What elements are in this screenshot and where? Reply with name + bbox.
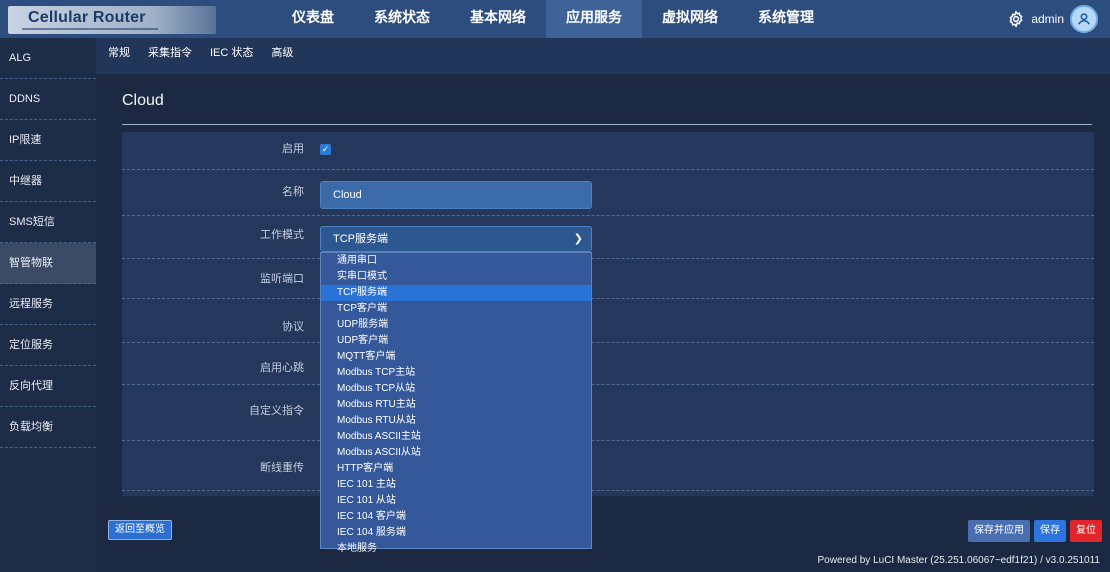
form-panel	[122, 132, 1094, 496]
row-divider	[122, 342, 1094, 343]
row-divider	[122, 298, 1094, 299]
dropdown-option[interactable]: MQTT客户端	[321, 349, 591, 365]
sidebar-item-repeater[interactable]: 中继器	[0, 161, 96, 202]
dropdown-option[interactable]: Modbus TCP从站	[321, 381, 591, 397]
tab-iec-status[interactable]: IEC 状态	[210, 38, 253, 74]
chevron-down-icon[interactable]: ❯	[574, 227, 583, 251]
heartbeat-label: 启用心跳	[260, 362, 304, 374]
dropdown-option[interactable]: IEC 101 从站	[321, 493, 591, 509]
sub-tabs: 常规 采集指令 IEC 状态 高级	[96, 38, 1110, 74]
row-divider	[122, 258, 1094, 259]
username[interactable]: admin	[1031, 12, 1064, 26]
nav-system-management[interactable]: 系统管理	[738, 0, 834, 38]
dropdown-option[interactable]: IEC 101 主站	[321, 477, 591, 493]
user-menu[interactable]: admin	[1007, 5, 1098, 33]
dropdown-option[interactable]: TCP客户端	[321, 301, 591, 317]
tab-general[interactable]: 常规	[108, 38, 130, 74]
row-divider	[122, 440, 1094, 441]
brand-underline	[22, 28, 158, 30]
sidebar-item-reverse-proxy[interactable]: 反向代理	[0, 366, 96, 407]
name-field[interactable]: Cloud	[320, 181, 592, 209]
sidebar: ALG DDNS IP限速 中继器 SMS短信 智管物联 远程服务 定位服务 反…	[0, 38, 96, 572]
save-apply-button[interactable]: 保存并应用	[968, 520, 1030, 542]
top-bar: Cellular Router 仪表盘 系统状态 基本网络 应用服务 虚拟网络 …	[0, 0, 1110, 38]
nav-virtual-network[interactable]: 虚拟网络	[642, 0, 738, 38]
mode-dropdown-list: 通用串口 实串口模式 TCP服务端 TCP客户端 UDP服务端 UDP客户端 M…	[320, 252, 592, 554]
dropdown-option[interactable]: HTTP客户端	[321, 461, 591, 477]
name-label: 名称	[282, 186, 304, 198]
sidebar-item-ip-rate-limit[interactable]: IP限速	[0, 120, 96, 161]
tab-collect-commands[interactable]: 采集指令	[148, 38, 192, 74]
reset-button[interactable]: 复位	[1070, 520, 1102, 542]
protocol-label: 协议	[282, 321, 304, 333]
mode-label: 工作模式	[260, 229, 304, 241]
nav-dashboard[interactable]: 仪表盘	[272, 0, 354, 38]
main-nav: 仪表盘 系统状态 基本网络 应用服务 虚拟网络 系统管理	[272, 0, 834, 38]
dropdown-option[interactable]: Modbus ASCII从站	[321, 445, 591, 461]
title-divider	[122, 124, 1092, 125]
brand-logo[interactable]: Cellular Router	[8, 6, 216, 34]
nav-app-services[interactable]: 应用服务	[546, 0, 642, 38]
back-to-overview-button[interactable]: 返回至概览	[108, 520, 172, 540]
dropdown-option-selected[interactable]: TCP服务端	[321, 285, 591, 301]
sidebar-item-ddns[interactable]: DDNS	[0, 79, 96, 120]
dropdown-option[interactable]: 通用串口	[321, 253, 591, 269]
row-divider	[122, 215, 1094, 216]
sidebar-item-iot[interactable]: 智管物联	[0, 243, 96, 284]
dropdown-option[interactable]: Modbus RTU从站	[321, 413, 591, 429]
sidebar-item-alg[interactable]: ALG	[0, 38, 96, 79]
row-divider	[122, 384, 1094, 385]
action-buttons: 保存并应用 保存 复位	[968, 520, 1102, 542]
dropdown-option[interactable]: UDP客户端	[321, 333, 591, 349]
sidebar-item-sms[interactable]: SMS短信	[0, 202, 96, 243]
dropdown-option[interactable]: Modbus ASCII主站	[321, 429, 591, 445]
user-icon	[1078, 13, 1090, 25]
nav-system-status[interactable]: 系统状态	[354, 0, 450, 38]
row-divider	[122, 169, 1094, 170]
dropdown-option[interactable]: 实串口模式	[321, 269, 591, 285]
nav-basic-network[interactable]: 基本网络	[450, 0, 546, 38]
dropdown-option[interactable]: Modbus RTU主站	[321, 397, 591, 413]
tab-advanced[interactable]: 高级	[271, 38, 293, 74]
brand-title: Cellular Router	[28, 9, 146, 26]
avatar[interactable]	[1070, 5, 1098, 33]
save-button[interactable]: 保存	[1034, 520, 1066, 542]
gear-icon[interactable]	[1007, 10, 1025, 28]
custom-command-label: 自定义指令	[249, 405, 304, 417]
dropdown-option[interactable]: 本地服务	[321, 541, 591, 557]
dropdown-option[interactable]: IEC 104 服务端	[321, 525, 591, 541]
dropdown-option[interactable]: Modbus TCP主站	[321, 365, 591, 381]
resume-label: 断线重传	[260, 462, 304, 474]
sidebar-item-location-service[interactable]: 定位服务	[0, 325, 96, 366]
row-divider	[122, 490, 1094, 491]
listen-port-label: 监听端口	[260, 273, 304, 285]
sidebar-item-load-balance[interactable]: 负载均衡	[0, 407, 96, 448]
dropdown-option[interactable]: IEC 104 客户端	[321, 509, 591, 525]
enable-checkbox[interactable]: ✓	[320, 144, 331, 155]
enable-label: 启用	[282, 143, 304, 155]
footer-version: Powered by LuCI Master (25.251.06067~edf…	[817, 555, 1100, 566]
dropdown-option[interactable]: UDP服务端	[321, 317, 591, 333]
mode-select[interactable]: TCP服务端 ❯	[320, 226, 592, 252]
page-title: Cloud	[122, 92, 164, 109]
main-content: Cloud 启用 ✓ 名称 Cloud 工作模式 TCP服务端 ❯ 监听端口 协…	[96, 74, 1110, 572]
mode-select-value: TCP服务端	[333, 233, 388, 245]
sidebar-item-remote-service[interactable]: 远程服务	[0, 284, 96, 325]
